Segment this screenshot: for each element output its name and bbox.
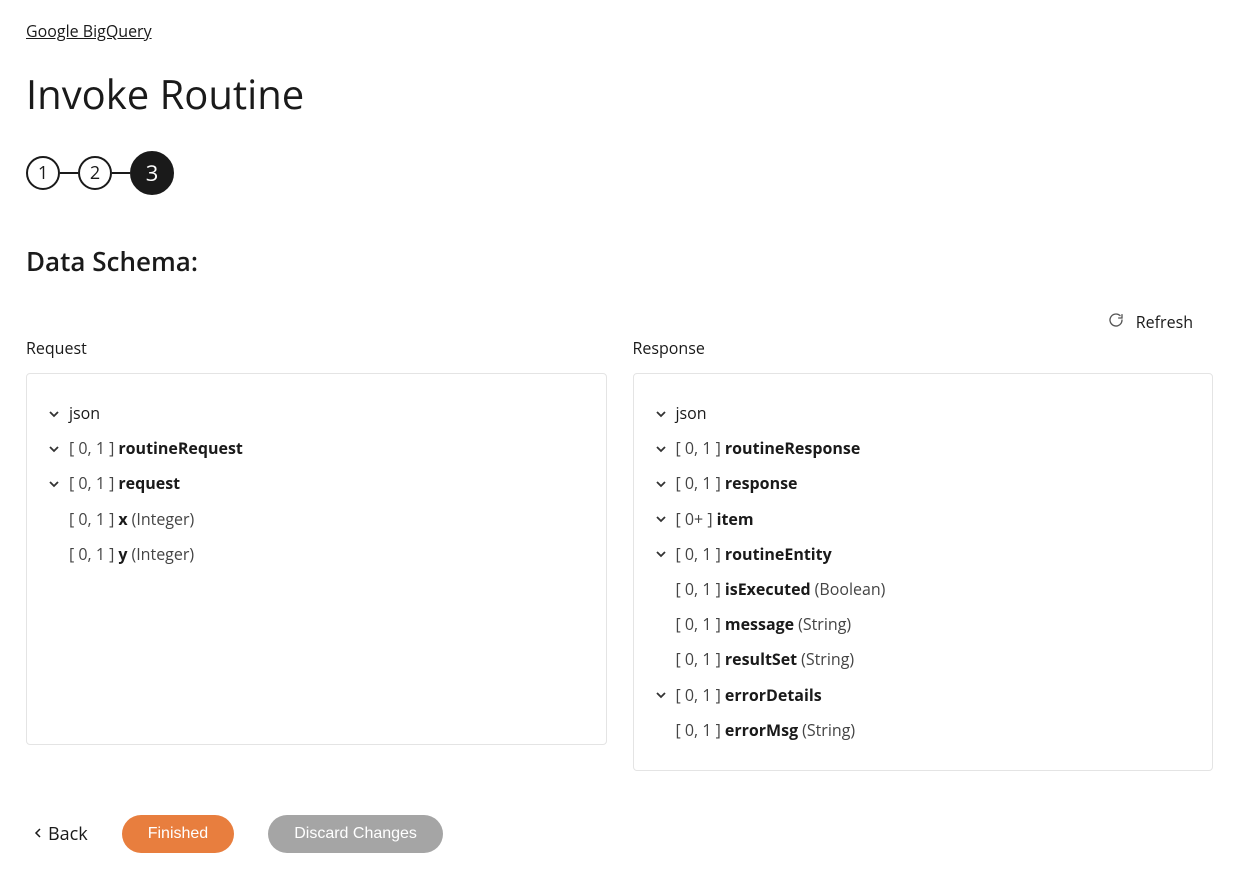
field-name: isExecuted: [725, 576, 811, 603]
request-schema-panel: json[ 0, 1 ]routineRequest[ 0, 1 ]reques…: [26, 373, 607, 745]
step-2[interactable]: 2: [78, 156, 112, 190]
tree-row[interactable]: [ 0, 1 ]routineResponse: [654, 431, 1193, 466]
field-name: item: [717, 506, 754, 533]
field-type: (Integer): [131, 541, 194, 568]
chevron-down-icon: [654, 477, 668, 491]
field-name: x: [118, 506, 127, 533]
cardinality: [ 0, 1 ]: [676, 611, 721, 638]
field-type: (String): [802, 717, 855, 744]
cardinality: [ 0, 1 ]: [676, 646, 721, 673]
refresh-icon: [1108, 311, 1124, 333]
refresh-button[interactable]: Refresh: [1108, 311, 1193, 333]
field-name: errorDetails: [725, 682, 822, 709]
tree-row: [ 0, 1 ]message(String): [654, 607, 1193, 642]
tree-row[interactable]: [ 0, 1 ]routineRequest: [47, 431, 586, 466]
cardinality: [ 0, 1 ]: [676, 717, 721, 744]
tree-row[interactable]: [ 0, 1 ]request: [47, 466, 586, 501]
finished-button[interactable]: Finished: [122, 815, 234, 853]
cardinality: [ 0, 1 ]: [69, 470, 114, 497]
field-type: (String): [798, 611, 851, 638]
cardinality: [ 0+ ]: [676, 506, 713, 533]
cardinality: [ 0, 1 ]: [69, 435, 114, 462]
chevron-down-icon: [47, 442, 61, 456]
tree-root[interactable]: json: [47, 396, 586, 431]
stepper: 123: [26, 151, 1213, 195]
cardinality: [ 0, 1 ]: [676, 576, 721, 603]
field-name: message: [725, 611, 794, 638]
chevron-down-icon: [654, 512, 668, 526]
tree-root-label: json: [676, 400, 707, 427]
breadcrumb[interactable]: Google BigQuery: [26, 20, 152, 42]
chevron-down-icon: [654, 688, 668, 702]
chevron-down-icon: [654, 407, 668, 421]
back-label: Back: [48, 822, 88, 846]
response-schema-panel: json[ 0, 1 ]routineResponse[ 0, 1 ]respo…: [633, 373, 1214, 771]
field-name: routineEntity: [725, 541, 832, 568]
step-1[interactable]: 1: [26, 156, 60, 190]
page-title: Invoke Routine: [26, 66, 1213, 121]
tree-row[interactable]: [ 0, 1 ]errorDetails: [654, 678, 1193, 713]
tree-row: [ 0, 1 ]x(Integer): [47, 502, 586, 537]
field-type: (Integer): [132, 506, 195, 533]
field-type: (String): [801, 646, 854, 673]
chevron-down-icon: [654, 442, 668, 456]
field-name: resultSet: [725, 646, 797, 673]
cardinality: [ 0, 1 ]: [676, 541, 721, 568]
discard-changes-button[interactable]: Discard Changes: [268, 815, 443, 853]
tree-row: [ 0, 1 ]errorMsg(String): [654, 713, 1193, 748]
step-3[interactable]: 3: [130, 151, 174, 195]
field-name: y: [118, 541, 127, 568]
response-column-label: Response: [633, 337, 1214, 359]
field-name: response: [725, 470, 798, 497]
tree-row[interactable]: [ 0, 1 ]response: [654, 466, 1193, 501]
tree-root[interactable]: json: [654, 396, 1193, 431]
cardinality: [ 0, 1 ]: [69, 506, 114, 533]
field-name: request: [118, 470, 180, 497]
data-schema-heading: Data Schema:: [26, 243, 1213, 279]
request-column-label: Request: [26, 337, 607, 359]
tree-root-label: json: [69, 400, 100, 427]
field-name: errorMsg: [725, 717, 798, 744]
field-name: routineRequest: [118, 435, 243, 462]
chevron-left-icon: [34, 822, 44, 846]
tree-row[interactable]: [ 0, 1 ]routineEntity: [654, 537, 1193, 572]
tree-row[interactable]: [ 0+ ]item: [654, 502, 1193, 537]
tree-row: [ 0, 1 ]isExecuted(Boolean): [654, 572, 1193, 607]
step-connector: [60, 172, 78, 174]
step-connector: [112, 172, 130, 174]
cardinality: [ 0, 1 ]: [676, 470, 721, 497]
tree-row: [ 0, 1 ]y(Integer): [47, 537, 586, 572]
chevron-down-icon: [654, 547, 668, 561]
chevron-down-icon: [47, 477, 61, 491]
cardinality: [ 0, 1 ]: [676, 435, 721, 462]
chevron-down-icon: [47, 407, 61, 421]
tree-row: [ 0, 1 ]resultSet(String): [654, 642, 1193, 677]
cardinality: [ 0, 1 ]: [676, 682, 721, 709]
field-name: routineResponse: [725, 435, 860, 462]
field-type: (Boolean): [815, 576, 886, 603]
refresh-label: Refresh: [1136, 311, 1193, 333]
cardinality: [ 0, 1 ]: [69, 541, 114, 568]
back-button[interactable]: Back: [34, 822, 88, 846]
